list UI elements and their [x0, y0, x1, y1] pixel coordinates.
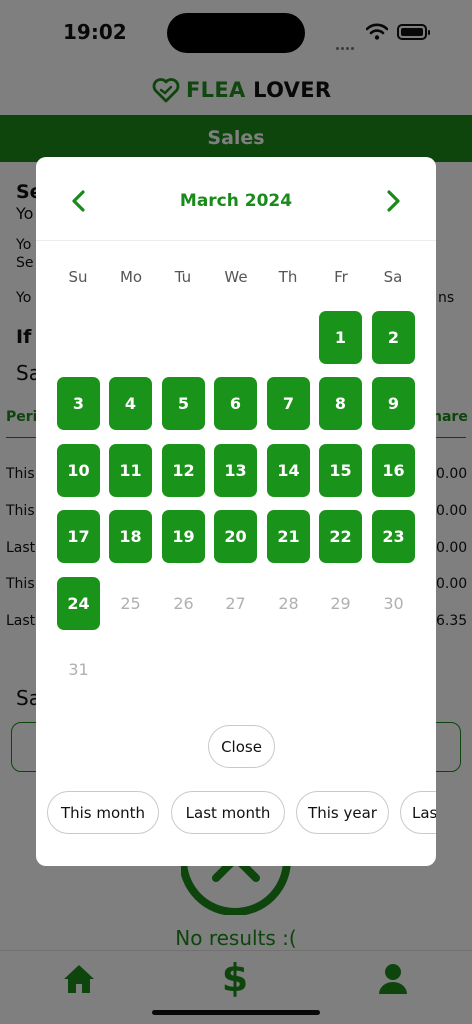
preset-last-month-button[interactable]: Last month [171, 791, 285, 834]
calendar-day[interactable]: 19 [162, 510, 205, 563]
calendar-day[interactable]: 11 [109, 444, 152, 497]
calendar-day[interactable]: 20 [214, 510, 257, 563]
calendar-day[interactable]: 24 [57, 577, 100, 630]
calendar-day: 29 [330, 594, 351, 613]
calendar-day: 30 [383, 594, 404, 613]
calendar-day[interactable]: 3 [57, 377, 100, 430]
calendar-day[interactable]: 21 [267, 510, 310, 563]
calendar-day[interactable]: 6 [214, 377, 257, 430]
calendar-day: 25 [120, 594, 141, 613]
calendar-day[interactable]: 9 [372, 377, 415, 430]
preset-this-year-button[interactable]: This year [296, 791, 389, 834]
month-title: March 2024 [179, 191, 293, 211]
weekday-label: Mo [119, 268, 143, 286]
weekday-label: We [224, 268, 248, 286]
preset-this-month-button[interactable]: This month [47, 791, 159, 834]
calendar-day[interactable]: 7 [267, 377, 310, 430]
calendar-day: 28 [278, 594, 299, 613]
weekday-label: Sa [383, 268, 403, 286]
date-picker-modal: March 2024 Su Mo Tu We Th Fr Sa 12345678… [36, 157, 436, 866]
calendar-day[interactable]: 17 [57, 510, 100, 563]
calendar-day[interactable]: 12 [162, 444, 205, 497]
weekday-label: Th [278, 268, 298, 286]
weekday-label: Tu [174, 268, 192, 286]
calendar-day[interactable]: 16 [372, 444, 415, 497]
close-button[interactable]: Close [208, 725, 275, 768]
calendar-day[interactable]: 5 [162, 377, 205, 430]
calendar-day[interactable]: 8 [319, 377, 362, 430]
calendar-day[interactable]: 10 [57, 444, 100, 497]
preset-last-year-button[interactable]: Las [400, 791, 436, 834]
calendar-day[interactable]: 15 [319, 444, 362, 497]
calendar-day: 31 [68, 660, 89, 679]
calendar-day: 26 [173, 594, 194, 613]
calendar-day: 27 [225, 594, 246, 613]
calendar-day[interactable]: 22 [319, 510, 362, 563]
weekday-label: Fr [334, 268, 348, 286]
calendar-day[interactable]: 23 [372, 510, 415, 563]
calendar-day[interactable]: 2 [372, 311, 415, 364]
calendar-day[interactable]: 1 [319, 311, 362, 364]
calendar-header: March 2024 [36, 157, 436, 241]
calendar-day[interactable]: 4 [109, 377, 152, 430]
calendar-day[interactable]: 13 [214, 444, 257, 497]
weekday-label: Su [68, 268, 88, 286]
chevron-right-icon[interactable] [380, 189, 404, 213]
calendar-day[interactable]: 18 [109, 510, 152, 563]
calendar-day[interactable]: 14 [267, 444, 310, 497]
